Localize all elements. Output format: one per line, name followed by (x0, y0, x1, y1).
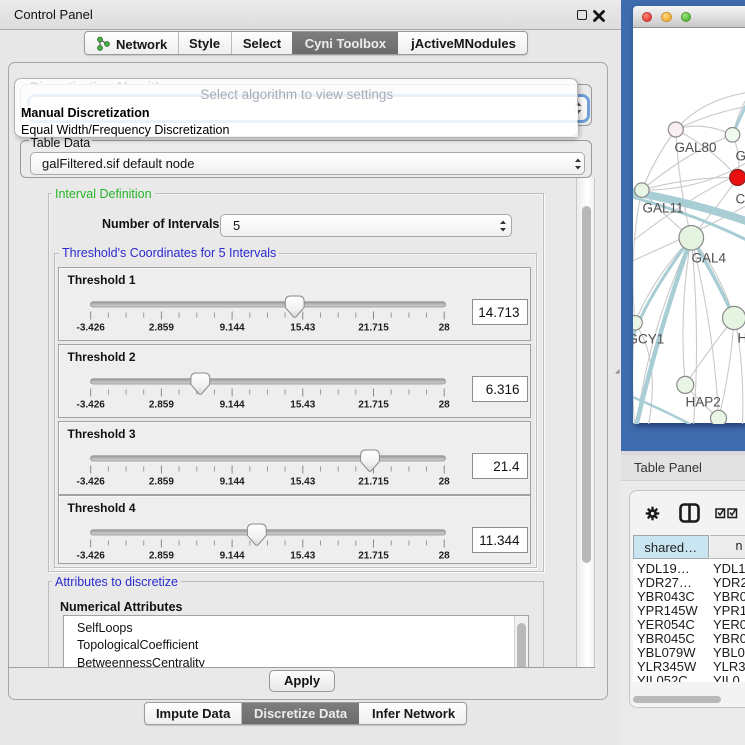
svg-text:21.715: 21.715 (358, 400, 389, 411)
svg-text:28: 28 (438, 550, 450, 561)
svg-text:G…: G… (735, 148, 745, 163)
svg-text:-3.426: -3.426 (76, 550, 105, 561)
svg-text:15.43: 15.43 (290, 323, 315, 334)
svg-text:HAP2: HAP2 (685, 394, 720, 409)
svg-text:28: 28 (438, 476, 450, 487)
svg-text:21.715: 21.715 (358, 476, 389, 487)
svg-text:GAL11: GAL11 (642, 200, 683, 215)
svg-text:GAL80: GAL80 (674, 140, 716, 155)
svg-text:-3.426: -3.426 (76, 400, 105, 411)
svg-text:21.715: 21.715 (358, 323, 389, 334)
svg-text:C: C (735, 191, 745, 206)
svg-text:-3.426: -3.426 (76, 323, 105, 334)
svg-text:9.144: 9.144 (219, 476, 244, 487)
svg-text:28: 28 (438, 400, 450, 411)
svg-text:15.43: 15.43 (290, 550, 315, 561)
svg-text:2.859: 2.859 (148, 323, 173, 334)
svg-text:2.859: 2.859 (148, 400, 173, 411)
svg-text:2.859: 2.859 (148, 550, 173, 561)
svg-text:28: 28 (438, 323, 450, 334)
svg-text:9.144: 9.144 (219, 400, 244, 411)
svg-text:GCY1: GCY1 (633, 331, 664, 346)
svg-text:21.715: 21.715 (358, 550, 389, 561)
svg-text:H: H (737, 330, 745, 345)
svg-text:9.144: 9.144 (219, 323, 244, 334)
svg-text:15.43: 15.43 (290, 476, 315, 487)
svg-text:GAL4: GAL4 (691, 250, 726, 265)
svg-text:9.144: 9.144 (219, 550, 244, 561)
svg-text:2.859: 2.859 (148, 476, 173, 487)
svg-text:15.43: 15.43 (290, 400, 315, 411)
svg-text:-3.426: -3.426 (76, 476, 105, 487)
